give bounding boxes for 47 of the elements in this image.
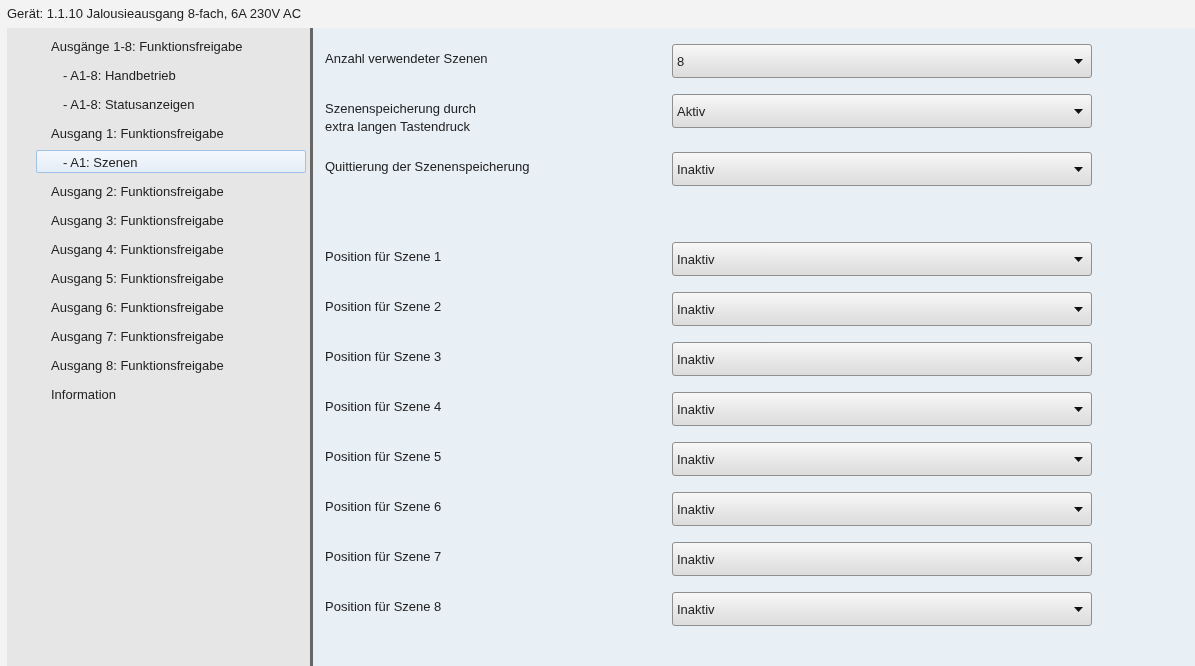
parameter-label: Anzahl verwendeter Szenen (325, 50, 489, 68)
caret-icon (1074, 58, 1083, 64)
nav-item[interactable]: Ausgang 5: Funktionsfreigabe (36, 266, 306, 289)
nav-item[interactable]: Ausgang 3: Funktionsfreigabe (36, 208, 306, 231)
nav-item[interactable]: - A1: Szenen (36, 150, 306, 173)
caret-icon (1074, 306, 1083, 312)
nav-item[interactable]: Ausgang 8: Funktionsfreigabe (36, 353, 306, 376)
parameter-label: Quittierung der Szenenspeicherung (325, 158, 531, 176)
parameter-label: Position für Szene 2 (325, 298, 443, 316)
dropdown[interactable]: Inaktiv (672, 242, 1092, 276)
dropdown[interactable]: Aktiv (672, 94, 1092, 128)
nav-item[interactable]: Information (36, 382, 306, 405)
nav-item[interactable]: Ausgang 1: Funktionsfreigabe (36, 121, 306, 144)
nav-item[interactable]: Ausgang 2: Funktionsfreigabe (36, 179, 306, 202)
parameter-label: Position für Szene 4 (325, 398, 443, 416)
nav-item[interactable]: Ausgänge 1-8: Funktionsfreigabe (36, 34, 306, 57)
parameter-label: Position für Szene 8 (325, 598, 443, 616)
caret-icon (1074, 356, 1083, 362)
dropdown[interactable]: Inaktiv (672, 292, 1092, 326)
parameter-label: Position für Szene 6 (325, 498, 443, 516)
caret-icon (1074, 108, 1083, 114)
device-title: Gerät: 1.1.10 Jalousieausgang 8-fach, 6A 230V AC (7, 6, 302, 23)
caret-icon (1074, 606, 1083, 612)
caret-icon (1074, 506, 1083, 512)
dropdown[interactable]: Inaktiv (672, 152, 1092, 186)
nav-item[interactable]: - A1-8: Handbetrieb (36, 63, 306, 86)
parameter-label: Position für Szene 1 (325, 248, 443, 266)
nav-item[interactable]: Ausgang 6: Funktionsfreigabe (36, 295, 306, 318)
parameter-label: Szenenspeicherung durch extra langen Tastendruck (325, 100, 478, 136)
nav-item[interactable]: - A1-8: Statusanzeigen (36, 92, 306, 115)
parameter-label: Position für Szene 7 (325, 548, 443, 566)
parameter-label: Position für Szene 5 (325, 448, 443, 466)
caret-icon (1074, 166, 1083, 172)
dropdown[interactable]: Inaktiv (672, 442, 1092, 476)
caret-icon (1074, 256, 1083, 262)
dropdown[interactable]: Inaktiv (672, 392, 1092, 426)
caret-icon (1074, 556, 1083, 562)
caret-icon (1074, 406, 1083, 412)
caret-icon (1074, 456, 1083, 462)
parameter-label: Position für Szene 3 (325, 348, 443, 366)
dropdown[interactable]: Inaktiv (672, 592, 1092, 626)
dropdown[interactable]: Inaktiv (672, 542, 1092, 576)
nav-item[interactable]: Ausgang 7: Funktionsfreigabe (36, 324, 306, 347)
dropdown[interactable]: Inaktiv (672, 492, 1092, 526)
dropdown[interactable]: 8 (672, 44, 1092, 78)
nav-item[interactable]: Ausgang 4: Funktionsfreigabe (36, 237, 306, 260)
dropdown[interactable]: Inaktiv (672, 342, 1092, 376)
